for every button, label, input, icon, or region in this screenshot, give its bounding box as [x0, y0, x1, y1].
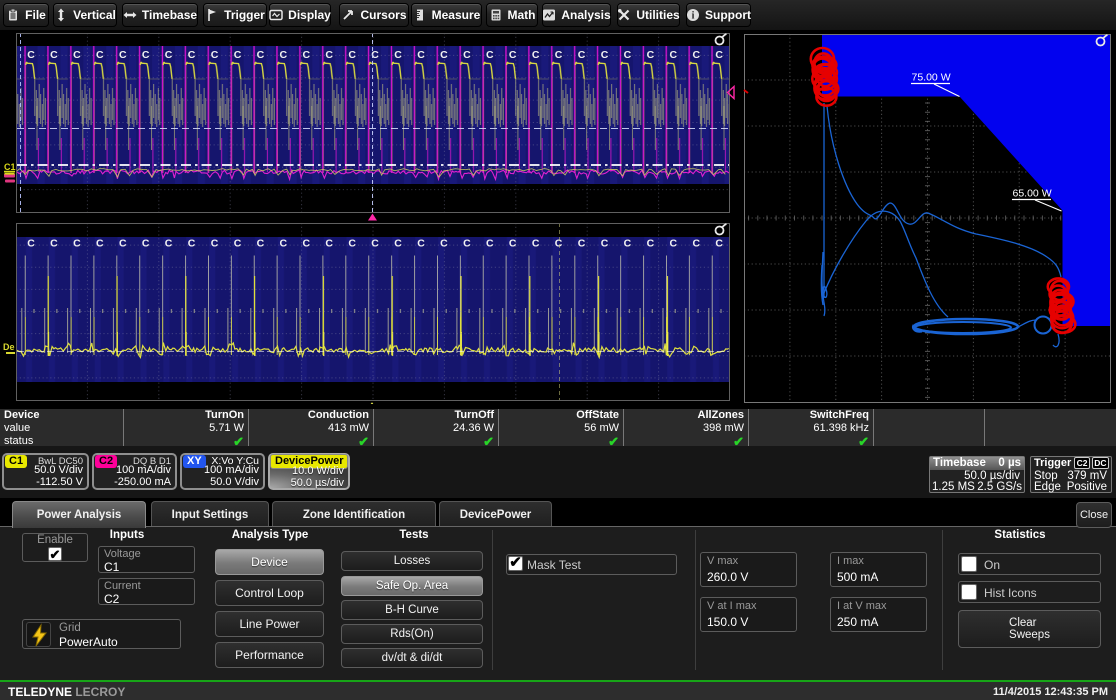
svg-text:C: C: [119, 49, 127, 61]
svg-text:C: C: [394, 238, 402, 250]
svg-text:C: C: [555, 238, 563, 250]
svg-text:C: C: [693, 238, 701, 250]
svg-text:C: C: [532, 238, 540, 250]
svg-text:C: C: [50, 238, 58, 250]
svg-text:65.00 W: 65.00 W: [1013, 188, 1052, 200]
svg-text:C: C: [463, 238, 471, 250]
svg-text:C: C: [601, 49, 609, 61]
svg-text:C: C: [96, 49, 104, 61]
svg-text:C: C: [303, 49, 311, 61]
svg-text:C: C: [211, 49, 219, 61]
svg-text:C: C: [486, 49, 494, 61]
svg-text:C: C: [50, 49, 58, 61]
svg-text:C: C: [280, 49, 288, 61]
svg-text:C: C: [601, 238, 609, 250]
svg-text:C: C: [27, 49, 35, 61]
svg-text:C: C: [73, 49, 81, 61]
svg-text:C: C: [371, 238, 379, 250]
svg-text:C: C: [165, 49, 173, 61]
svg-text:C: C: [509, 49, 517, 61]
svg-text:C: C: [417, 238, 425, 250]
svg-text:75.00 W: 75.00 W: [912, 72, 951, 84]
svg-text:i: i: [692, 11, 695, 22]
svg-text:C: C: [647, 238, 655, 250]
svg-text:C: C: [578, 238, 586, 250]
svg-text:C: C: [234, 238, 242, 250]
svg-text:C: C: [188, 49, 196, 61]
svg-text:C: C: [693, 49, 701, 61]
svg-text:C: C: [211, 238, 219, 250]
svg-text:C: C: [27, 238, 35, 250]
svg-text:C: C: [715, 49, 723, 61]
svg-text:C: C: [394, 49, 402, 61]
svg-text:C: C: [325, 49, 333, 61]
svg-text:C: C: [96, 238, 104, 250]
svg-text:C: C: [325, 238, 333, 250]
svg-text:C: C: [234, 49, 242, 61]
svg-text:C: C: [280, 238, 288, 250]
svg-text:C: C: [142, 49, 150, 61]
svg-text:C: C: [532, 49, 540, 61]
svg-text:C: C: [142, 238, 150, 250]
svg-text:C: C: [647, 49, 655, 61]
svg-text:C: C: [119, 238, 127, 250]
svg-text:C: C: [486, 238, 494, 250]
svg-text:C: C: [624, 238, 632, 250]
svg-text:C: C: [303, 238, 311, 250]
svg-text:C: C: [73, 238, 81, 250]
svg-text:C: C: [670, 238, 678, 250]
svg-text:C: C: [440, 238, 448, 250]
svg-text:C: C: [188, 238, 196, 250]
svg-text:C: C: [440, 49, 448, 61]
svg-text:C: C: [257, 49, 265, 61]
svg-text:C: C: [555, 49, 563, 61]
svg-text:C: C: [348, 49, 356, 61]
svg-text:C: C: [257, 238, 265, 250]
svg-text:C: C: [348, 238, 356, 250]
svg-text:C1: C1: [4, 162, 16, 172]
svg-text:C: C: [165, 238, 173, 250]
svg-text:C: C: [578, 49, 586, 61]
svg-text:C: C: [715, 238, 723, 250]
svg-text:C: C: [670, 49, 678, 61]
svg-text:C: C: [417, 49, 425, 61]
svg-text:C: C: [509, 238, 517, 250]
svg-text:De: De: [3, 342, 15, 352]
svg-text:C: C: [463, 49, 471, 61]
svg-text:C: C: [624, 49, 632, 61]
